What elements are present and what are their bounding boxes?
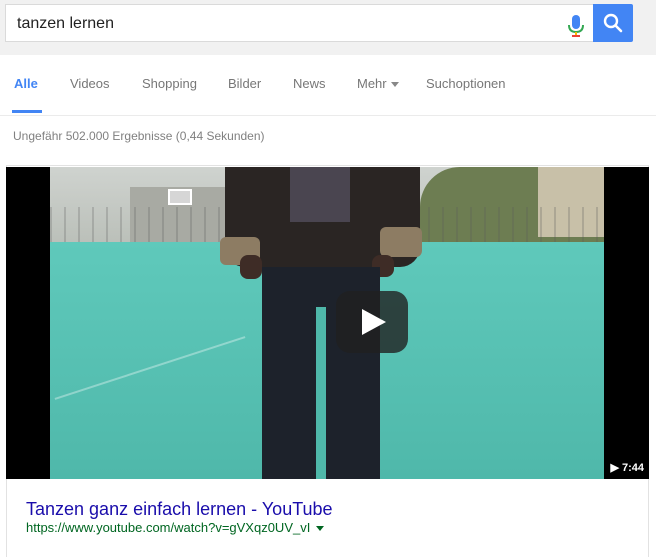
basketball-hoop — [168, 189, 192, 205]
play-button[interactable] — [336, 291, 408, 353]
search-button[interactable] — [593, 4, 633, 42]
tab-news[interactable]: News — [293, 76, 326, 91]
search-tabs: Alle Videos Shopping Bilder News Mehr Su… — [0, 55, 656, 116]
result-url: https://www.youtube.com/watch?v=gVXqz0UV… — [26, 520, 325, 535]
result-title-link[interactable]: Tanzen ganz einfach lernen - YouTube — [26, 499, 333, 520]
search-input[interactable]: tanzen lernen — [5, 4, 593, 42]
tab-alle[interactable]: Alle — [14, 76, 38, 91]
play-icon — [362, 309, 386, 335]
video-thumbnail[interactable]: ▶ 7:44 — [6, 167, 649, 479]
video-duration: ▶ 7:44 — [607, 459, 647, 477]
tab-suchoptionen[interactable]: Suchoptionen — [426, 76, 506, 91]
search-icon — [603, 13, 623, 33]
search-query[interactable]: tanzen lernen — [17, 15, 114, 33]
video-frame — [50, 167, 604, 479]
url-options-caret-icon[interactable] — [316, 526, 325, 532]
tab-mehr[interactable]: Mehr — [357, 76, 399, 91]
tab-shopping[interactable]: Shopping — [142, 76, 197, 91]
tab-videos[interactable]: Videos — [70, 76, 110, 91]
tab-mehr-label: Mehr — [357, 76, 387, 91]
search-header: tanzen lernen — [0, 0, 656, 55]
hand-left — [240, 255, 262, 279]
legs-gap — [316, 307, 326, 479]
microphone-icon[interactable] — [567, 15, 585, 37]
active-tab-indicator — [12, 110, 42, 113]
tab-bilder[interactable]: Bilder — [228, 76, 261, 91]
jacket-cuff-right — [380, 227, 422, 257]
person-shirt-front — [290, 167, 350, 222]
chevron-down-icon — [390, 82, 399, 88]
result-stats: Ungefähr 502.000 Ergebnisse (0,44 Sekund… — [13, 129, 265, 143]
result-url-text: https://www.youtube.com/watch?v=gVXqz0UV… — [26, 520, 311, 535]
